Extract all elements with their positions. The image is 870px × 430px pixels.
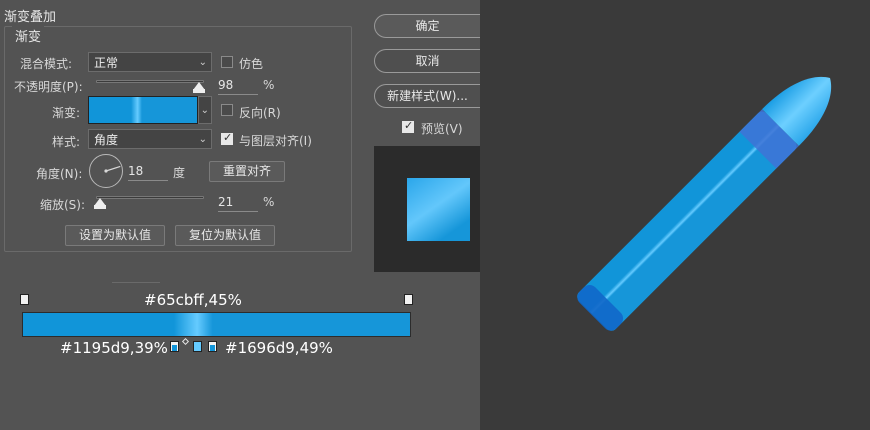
opacity-input[interactable]: 98 [218, 78, 258, 95]
right-stop-annotation: #1696d9,49% [225, 339, 333, 357]
opacity-slider-track[interactable] [96, 80, 204, 83]
color-stop-left[interactable] [170, 341, 179, 352]
gradient-dropdown[interactable]: ⌄ [198, 96, 212, 124]
gradient-label: 渐变: [52, 106, 81, 120]
style-select[interactable]: 角度 ⌄ [88, 129, 212, 149]
angle-dial-needle [104, 165, 121, 173]
left-stop-annotation: #1195d9,39% [60, 339, 168, 357]
preview-thumbnail [407, 178, 470, 241]
preview-label: 预览(V) [421, 122, 463, 136]
align-with-layer-checkbox[interactable] [221, 131, 233, 145]
gradient-bar[interactable] [22, 312, 411, 337]
section-title: 渐变叠加 [4, 10, 57, 25]
cancel-button[interactable]: 取消 [374, 49, 480, 73]
scale-slider-track[interactable] [96, 196, 204, 199]
chevron-down-icon: ⌄ [198, 134, 207, 145]
reset-alignment-button[interactable]: 重置对齐 [209, 161, 285, 182]
reverse-checkbox[interactable] [221, 104, 233, 116]
angle-input[interactable]: 18 [128, 164, 168, 181]
scale-label: 缩放(S): [40, 198, 86, 212]
scale-unit: % [263, 195, 275, 209]
blend-mode-value: 正常 [94, 56, 119, 70]
opacity-label: 不透明度(P): [14, 80, 83, 94]
preview-checkbox[interactable] [402, 119, 414, 133]
crayon-artwork [577, 76, 832, 331]
opacity-stop-right[interactable] [404, 294, 413, 305]
reset-default-button[interactable]: 复位为默认值 [175, 225, 275, 246]
opacity-unit: % [263, 78, 275, 92]
chevron-down-icon: ⌄ [198, 57, 207, 68]
angle-label: 角度(N): [36, 167, 83, 181]
style-value: 角度 [94, 133, 119, 147]
gradient-swatch[interactable] [88, 96, 198, 124]
color-stop-mid[interactable] [193, 341, 202, 352]
opacity-stop-left[interactable] [20, 294, 29, 305]
set-default-button[interactable]: 设置为默认值 [65, 225, 165, 246]
color-stop-right[interactable] [208, 341, 217, 352]
reverse-label: 反向(R) [239, 106, 281, 120]
new-style-button[interactable]: 新建样式(W)... [374, 84, 480, 108]
scale-slider-knob[interactable] [94, 198, 106, 209]
blend-mode-label: 混合模式: [20, 57, 73, 71]
scale-input[interactable]: 21 [218, 195, 258, 212]
mid-stop-annotation: #65cbff,45% [144, 291, 242, 309]
divider [112, 282, 160, 283]
align-with-layer-label: 与图层对齐(I) [239, 134, 312, 148]
group-title: 渐变 [12, 26, 45, 45]
dither-checkbox[interactable] [221, 56, 233, 68]
angle-dial[interactable] [89, 154, 123, 188]
angle-unit: 度 [173, 166, 186, 180]
blend-mode-select[interactable]: 正常 ⌄ [88, 52, 212, 72]
style-label: 样式: [52, 135, 81, 149]
ok-button[interactable]: 确定 [374, 14, 480, 38]
chevron-down-icon: ⌄ [200, 105, 209, 116]
dither-label: 仿色 [239, 57, 264, 71]
opacity-slider-knob[interactable] [193, 82, 205, 93]
